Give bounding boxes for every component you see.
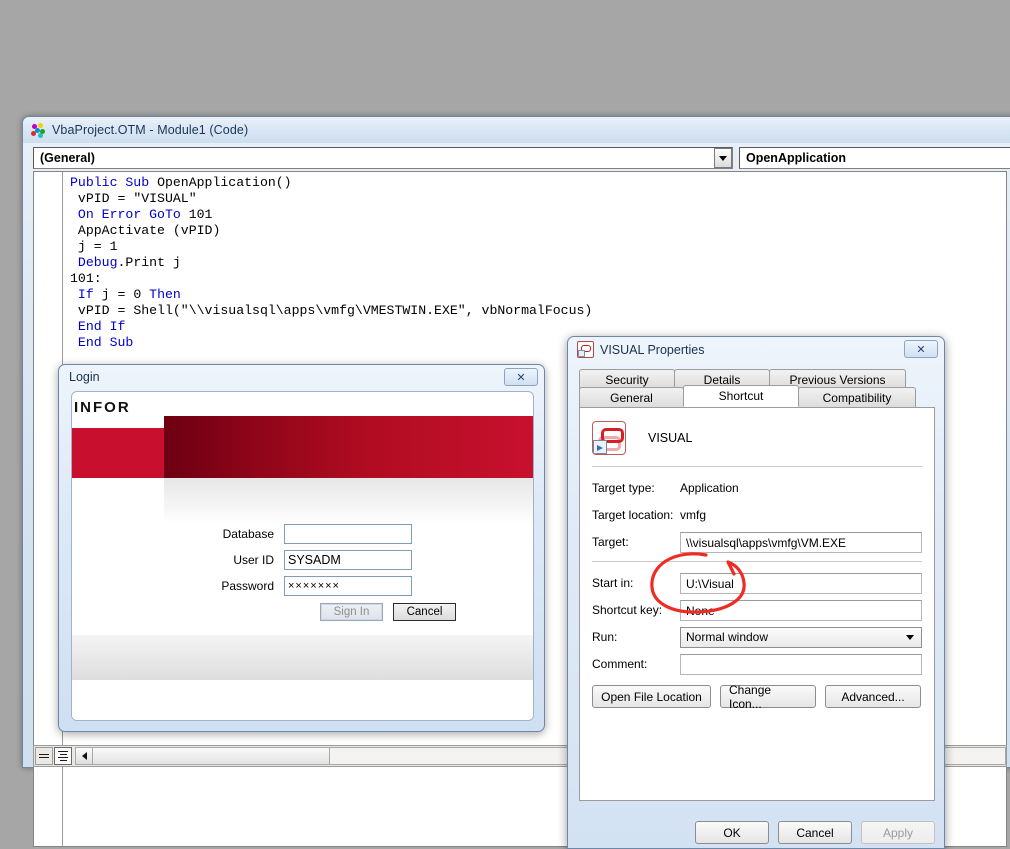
procedure-combo[interactable]: OpenApplication [739,147,1010,169]
close-icon[interactable]: ✕ [504,368,538,386]
infor-logo: INFOR [74,396,158,418]
object-combo[interactable]: (General) [33,147,733,169]
password-input[interactable]: ××××××× [284,575,412,596]
ok-button[interactable]: OK [695,821,769,844]
change-icon-button[interactable]: Change Icon... [720,683,816,711]
login-title-bar[interactable]: Login ✕ [59,365,544,389]
app-name-label: VISUAL [648,431,693,445]
shortcut-key-label: Shortcut key: [592,603,663,617]
code-line: vPID = "VISUAL" [77,191,197,206]
tab-general[interactable]: General [579,387,684,407]
code-line: End Sub [77,335,134,350]
scrollbar-thumb[interactable] [93,748,330,764]
vba-window-title: VbaProject.OTM - Module1 (Code) [52,123,249,137]
row-target-type: Target type: Application [592,477,922,499]
code-line: On Error GoTo 101 [77,207,213,222]
vba-combo-row: (General) OpenApplication [33,147,1010,169]
row-shortcut-key: Shortcut key: None [592,599,922,621]
run-label: Run: [592,630,618,644]
app-header: VISUAL [592,418,922,458]
login-button-row: Sign In Cancel [320,603,533,621]
database-label: Database [222,526,274,541]
infor-logo-text: INFOR [74,398,131,416]
run-select[interactable]: Normal window [680,626,922,648]
code-line: If j = 0 Then [77,287,181,302]
divider [592,466,922,467]
comment-input[interactable] [680,653,922,675]
row-run: Run: Normal window [592,626,922,648]
cancel-button[interactable]: Cancel [393,603,456,621]
target-location-value: vmfg [680,508,707,522]
code-line: AppActivate (vPID) [77,223,221,238]
cancel-button[interactable]: Cancel [778,821,852,844]
code-line: vPID = Shell("\\visualsql\apps\vmfg\VMES… [77,303,593,318]
brand-banner [164,416,533,478]
code-line: End If [77,319,126,334]
object-combo-value: (General) [40,151,95,165]
field-row-password: Password ××××××× [72,574,533,597]
database-input[interactable] [284,523,412,544]
full-module-view-icon[interactable] [54,747,72,765]
target-location-label: Target location: [592,508,674,522]
chevron-down-icon[interactable] [906,634,914,640]
banner-fade [164,478,533,524]
login-dialog-title: Login [69,370,100,384]
properties-title-bar[interactable]: VISUAL Properties ✕ [568,337,944,362]
properties-dialog[interactable]: VISUAL Properties ✕ Security Details Pre… [567,336,945,849]
row-target: Target: \\visualsql\apps\vmfg\VM.EXE [592,531,922,553]
start-in-input[interactable]: U:\Visual [680,572,922,594]
tab-compatibility[interactable]: Compatibility [798,387,916,407]
field-row-userid: User ID SYSADM [72,548,533,571]
visual-app-icon [592,421,626,455]
divider [592,561,922,562]
apply-button: Apply [861,821,935,844]
shortcut-action-buttons: Open File Location Change Icon... Advanc… [592,683,922,711]
userid-label: User ID [233,552,274,567]
login-dialog[interactable]: Login ✕ INFOR Database User ID SYSADM Pa… [58,364,545,732]
login-bottom-area [72,680,533,720]
field-row-database: Database [72,522,533,545]
advanced-button[interactable]: Advanced... [825,685,921,708]
password-label: Password [221,578,274,593]
tab-shortcut[interactable]: Shortcut [683,385,799,407]
shortcut-tab-panel: VISUAL Target type: Application Target l… [579,407,935,801]
chevron-down-icon[interactable] [714,148,732,168]
dialog-footer: OK Cancel Apply [579,821,935,844]
shortcut-icon [577,341,594,358]
target-type-label: Target type: [592,481,655,495]
row-target-location: Target location: vmfg [592,504,922,526]
row-start-in: Start in: U:\Visual [592,572,922,594]
sign-in-button[interactable]: Sign In [320,603,383,621]
target-label: Target: [592,535,629,549]
code-line: j = 1 [77,239,118,254]
vba-title-bar[interactable]: VbaProject.OTM - Module1 (Code) [23,117,1010,143]
code-line: 101: [70,271,102,286]
login-form: Database User ID SYSADM Password ×××××××… [72,522,533,621]
run-select-value: Normal window [686,630,769,644]
chevron-left-icon[interactable] [76,748,93,764]
code-line: Public Sub OpenApplication() [70,175,292,190]
code-line: Debug.Print j [77,255,181,270]
vba-module-icon [31,122,46,138]
login-lower-fade [72,635,533,680]
procedure-view-icon[interactable] [35,747,53,765]
tab-security[interactable]: Security [579,369,675,389]
start-in-label: Start in: [592,576,634,590]
tab-row-bottom: General Shortcut Compatibility [579,385,916,407]
target-type-value: Application [680,481,739,495]
login-content: INFOR Database User ID SYSADM Password ×… [71,391,534,721]
code-text[interactable]: Public Sub OpenApplication() vPID = "VIS… [70,175,592,351]
comment-label: Comment: [592,657,648,671]
tab-bar: Security Details Previous Versions Gener… [579,369,935,407]
properties-dialog-title: VISUAL Properties [600,342,705,357]
close-icon[interactable]: ✕ [904,340,938,358]
properties-body: Security Details Previous Versions Gener… [579,369,935,801]
target-input[interactable]: \\visualsql\apps\vmfg\VM.EXE [680,531,922,553]
procedure-combo-value: OpenApplication [746,151,846,165]
userid-input[interactable]: SYSADM [284,549,412,570]
open-file-location-button[interactable]: Open File Location [592,685,711,708]
brand-block-left [72,428,164,478]
row-comment: Comment: [592,653,922,675]
shortcut-key-input[interactable]: None [680,599,922,621]
